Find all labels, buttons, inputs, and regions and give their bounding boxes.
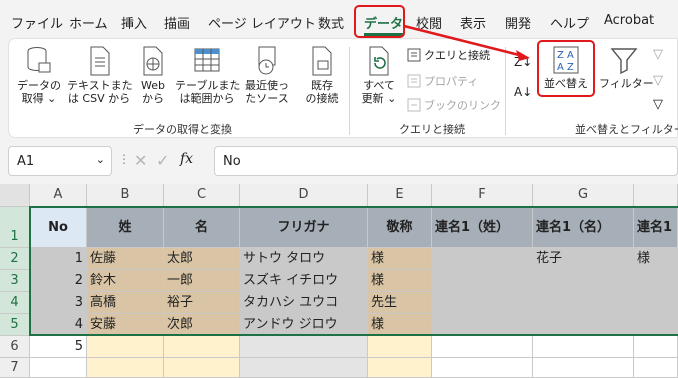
annotation-arrow xyxy=(403,24,530,61)
